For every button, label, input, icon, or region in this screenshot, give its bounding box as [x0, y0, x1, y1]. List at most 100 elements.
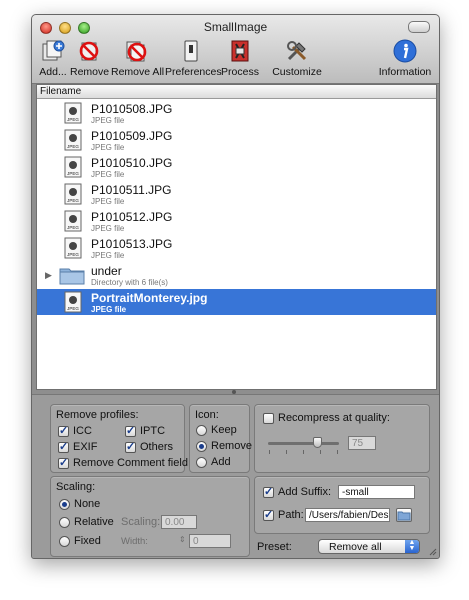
file-name: P1010511.JPG	[91, 183, 172, 197]
remove-all-button[interactable]: Remove All	[111, 38, 165, 80]
iptc-label: IPTC	[140, 425, 166, 437]
others-checkbox[interactable]	[125, 440, 136, 453]
file-kind: JPEG file	[91, 305, 127, 314]
preset-label: Preset:	[257, 541, 292, 553]
remove-comment-checkbox[interactable]	[58, 456, 69, 469]
icon-add-radio[interactable]	[196, 457, 207, 468]
recompress-label: Recompress at quality:	[278, 412, 390, 424]
fixed-size-field[interactable]: 0	[189, 534, 231, 548]
file-kind: JPEG file	[91, 197, 125, 206]
svg-text:JPEG: JPEG	[67, 171, 79, 176]
path-label: Path:	[278, 509, 304, 521]
list-item-directory[interactable]: ▶ under Directory with 6 file(s)	[37, 262, 436, 288]
recompress-box: Recompress at quality: 75	[254, 404, 430, 473]
remove-comment-label: Remove Comment field	[73, 457, 188, 469]
remove-icon	[79, 41, 99, 61]
path-input[interactable]: /Users/fabien/Des	[305, 508, 390, 522]
preset-popup[interactable]: Remove all ▲ ▼	[318, 539, 420, 554]
file-name: P1010508.JPG	[91, 102, 173, 116]
file-name: P1010512.JPG	[91, 210, 173, 224]
list-item[interactable]: JPEG P1010510.JPG JPEG file	[37, 154, 436, 180]
information-button-label: Information	[378, 66, 432, 78]
remove-all-icon	[126, 41, 147, 62]
list-item[interactable]: JPEG P1010511.JPG JPEG file	[37, 181, 436, 207]
icon-remove-radio[interactable]	[196, 441, 207, 452]
toolbar-toggle-button[interactable]	[408, 21, 430, 33]
add-button-label: Add...	[39, 66, 67, 78]
add-suffix-checkbox[interactable]	[263, 485, 274, 498]
icon-group-title: Icon:	[195, 409, 219, 421]
preset-value: Remove all	[329, 541, 382, 553]
jpeg-file-icon: JPEG	[64, 129, 82, 151]
quality-slider-track[interactable]	[268, 442, 339, 445]
fixed-dimension-popup[interactable]: Width:	[121, 536, 148, 547]
scaling-box: Scaling: None Relative Scaling: 0.00 Fix…	[50, 476, 250, 557]
others-label: Others	[140, 441, 174, 453]
recompress-checkbox[interactable]	[263, 413, 274, 424]
list-item[interactable]: JPEG P1010509.JPG JPEG file	[37, 127, 436, 153]
customize-button-label: Customize	[272, 66, 322, 78]
resize-grip-icon[interactable]	[427, 546, 437, 556]
jpeg-file-icon: JPEG	[64, 291, 82, 313]
process-icon	[231, 40, 249, 62]
app-window: SmallImage Add... Remove Remove All Pref…	[31, 14, 440, 559]
popup-arrows-icon: ▲ ▼	[405, 539, 419, 553]
stepper-icon[interactable]: ⇕	[179, 535, 186, 544]
svg-text:JPEG: JPEG	[67, 117, 79, 122]
remove-all-button-label: Remove All	[111, 66, 165, 78]
iptc-checkbox[interactable]	[125, 424, 136, 437]
icon-keep-label: Keep	[211, 424, 237, 436]
output-naming-box: Add Suffix: -small Path: /Users/fabien/D…	[254, 476, 430, 534]
list-item[interactable]: JPEG P1010508.JPG JPEG file	[37, 100, 436, 126]
jpeg-file-icon: JPEG	[64, 237, 82, 259]
quality-slider-thumb[interactable]	[313, 437, 322, 448]
preferences-button-label: Preferences	[165, 66, 222, 78]
scaling-title: Scaling:	[56, 481, 96, 493]
icon-keep-radio[interactable]	[196, 425, 207, 436]
choose-folder-button[interactable]	[396, 508, 412, 522]
scaling-relative-radio[interactable]	[59, 517, 70, 528]
icc-checkbox[interactable]	[58, 424, 69, 437]
preferences-button[interactable]: Preferences	[165, 38, 222, 80]
path-checkbox[interactable]	[263, 508, 274, 521]
jpeg-file-icon: JPEG	[64, 183, 82, 205]
remove-button-label: Remove	[70, 66, 110, 78]
scaling-none-radio[interactable]	[59, 499, 70, 510]
process-button[interactable]: Process	[221, 38, 259, 80]
jpeg-file-icon: JPEG	[64, 156, 82, 178]
slider-tick	[337, 450, 338, 454]
column-header-filename[interactable]: Filename	[37, 85, 436, 99]
scaling-none-label: None	[74, 498, 101, 510]
folder-icon	[397, 511, 411, 521]
exif-checkbox[interactable]	[58, 440, 69, 453]
scaling-factor-label: Scaling:	[121, 516, 161, 528]
list-item[interactable]: JPEG P1010513.JPG JPEG file	[37, 235, 436, 261]
icon-options-box: Icon: Keep Remove Add	[189, 404, 252, 473]
remove-button[interactable]: Remove	[70, 38, 110, 80]
add-button[interactable]: Add...	[36, 38, 70, 80]
scaling-factor-field[interactable]: 0.00	[161, 515, 197, 529]
icon-add-label: Add	[211, 456, 231, 468]
folder-icon	[59, 268, 85, 285]
options-panel: Remove profiles: ICC IPTC EXIF Others Re…	[32, 394, 439, 558]
slider-tick	[320, 450, 321, 454]
list-item-selected[interactable]: JPEG PortraitMonterey.jpg JPEG file	[37, 289, 436, 315]
svg-text:JPEG: JPEG	[67, 306, 79, 311]
file-name: PortraitMonterey.jpg	[91, 291, 208, 305]
add-files-icon	[42, 40, 65, 61]
information-button[interactable]: Information	[378, 38, 432, 80]
disclosure-triangle-icon[interactable]: ▶	[45, 270, 52, 281]
scaling-fixed-radio[interactable]	[59, 536, 70, 547]
info-icon	[393, 39, 417, 63]
add-suffix-label: Add Suffix:	[278, 486, 331, 498]
quality-value-field[interactable]: 75	[348, 436, 376, 450]
remove-profiles-title: Remove profiles:	[56, 409, 139, 421]
slider-tick	[303, 450, 304, 454]
file-list[interactable]: Filename JPEG P1010508.JPG JPEG file JPE…	[36, 84, 437, 390]
customize-button[interactable]: Customize	[272, 38, 322, 80]
switch-icon	[184, 40, 198, 62]
svg-text:JPEG: JPEG	[67, 252, 79, 257]
list-item[interactable]: JPEG P1010512.JPG JPEG file	[37, 208, 436, 234]
suffix-input[interactable]: -small	[338, 485, 415, 499]
svg-text:JPEG: JPEG	[67, 144, 79, 149]
